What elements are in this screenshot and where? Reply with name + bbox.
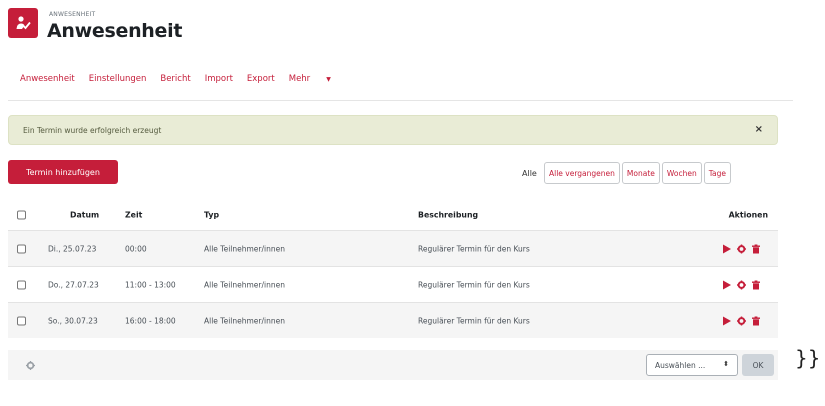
session-time: 11:00 - 13:00 (125, 280, 176, 289)
session-description: Regulärer Termin für den Kurs (418, 316, 530, 325)
row-checkbox[interactable] (17, 316, 26, 325)
nav-item-anwesenheit[interactable]: Anwesenheit (20, 74, 75, 84)
play-icon[interactable] (723, 244, 731, 253)
trash-icon[interactable] (752, 316, 760, 325)
table-row: Di., 25.07.23 00:00 Alle Teilnehmer/inne… (8, 230, 778, 266)
session-description: Regulärer Termin für den Kurs (418, 280, 530, 289)
session-type: Alle Teilnehmer/innen (204, 244, 285, 253)
session-type: Alle Teilnehmer/innen (204, 316, 285, 325)
alert-text: Ein Termin wurde erfolgreich erzeugt (23, 126, 162, 135)
select-arrows-icon: ⬍ (723, 360, 729, 368)
trash-icon[interactable] (752, 244, 760, 253)
session-date: So., 30.07.23 (48, 316, 98, 325)
ok-button[interactable]: OK (742, 354, 774, 376)
gear-icon[interactable] (737, 244, 746, 253)
row-checkbox[interactable] (17, 280, 26, 289)
gear-icon[interactable] (737, 280, 746, 289)
column-header-actions: Aktionen (728, 210, 768, 220)
nav-item-export[interactable]: Export (247, 74, 275, 84)
attendance-icon (8, 8, 38, 38)
filter-months-button[interactable]: Monate (621, 162, 660, 184)
select-all-checkbox[interactable] (17, 210, 26, 220)
row-actions (723, 316, 760, 325)
filter-all-past-button[interactable]: Alle vergangenen (544, 162, 620, 184)
nav-divider (8, 100, 793, 101)
page-title: Anwesenheit (47, 20, 183, 42)
column-header-date[interactable]: Datum (70, 211, 99, 220)
period-filter-group: Alle vergangenen Monate Wochen Tage (544, 162, 733, 184)
table-row: Do., 27.07.23 11:00 - 13:00 Alle Teilneh… (8, 266, 778, 302)
settings-icon[interactable] (26, 361, 35, 370)
play-icon[interactable] (723, 280, 731, 289)
session-time: 16:00 - 18:00 (125, 316, 176, 325)
nav-item-import[interactable]: Import (205, 74, 233, 84)
nav-item-more[interactable]: Mehr ▼ (289, 74, 345, 84)
row-actions (723, 244, 760, 253)
table-header-row: Datum Zeit Typ Beschreibung Aktionen (8, 200, 778, 230)
bulk-action-select[interactable]: Auswählen ... ⬍ (646, 354, 738, 376)
gear-icon[interactable] (737, 316, 746, 325)
session-description: Regulärer Termin für den Kurs (418, 244, 530, 253)
session-time: 00:00 (125, 244, 147, 253)
secondary-nav: Anwesenheit Einstellungen Bericht Import… (20, 74, 359, 84)
session-date: Di., 25.07.23 (48, 244, 97, 253)
filter-weeks-button[interactable]: Wochen (661, 162, 702, 184)
module-label: ANWESENHEIT (49, 11, 96, 18)
filter-all-label[interactable]: Alle (522, 169, 537, 178)
nav-more-label: Mehr (288, 74, 311, 84)
session-type: Alle Teilnehmer/innen (204, 280, 285, 289)
row-actions (723, 280, 760, 289)
session-date: Do., 27.07.23 (48, 280, 99, 289)
chevron-down-icon: ▼ (326, 76, 331, 83)
column-header-time: Zeit (125, 210, 143, 220)
table-footer: Auswählen ... ⬍ OK (8, 350, 778, 380)
bulk-action-value: Auswählen ... (655, 360, 706, 370)
trailing-text: }} (795, 346, 821, 370)
add-session-button[interactable]: Termin hinzufügen (8, 160, 118, 184)
table-row: So., 30.07.23 16:00 - 18:00 Alle Teilneh… (8, 302, 778, 338)
trash-icon[interactable] (752, 280, 760, 289)
play-icon[interactable] (723, 316, 731, 325)
close-icon[interactable]: × (755, 124, 763, 135)
row-checkbox[interactable] (17, 244, 26, 253)
nav-item-bericht[interactable]: Bericht (160, 74, 190, 84)
filter-days-button[interactable]: Tage (703, 162, 732, 184)
column-header-type: Typ (204, 210, 220, 220)
column-header-description: Beschreibung (418, 210, 479, 220)
nav-item-einstellungen[interactable]: Einstellungen (89, 74, 147, 84)
sessions-table: Datum Zeit Typ Beschreibung Aktionen Di.… (8, 200, 778, 338)
success-alert: Ein Termin wurde erfolgreich erzeugt × (8, 115, 778, 145)
